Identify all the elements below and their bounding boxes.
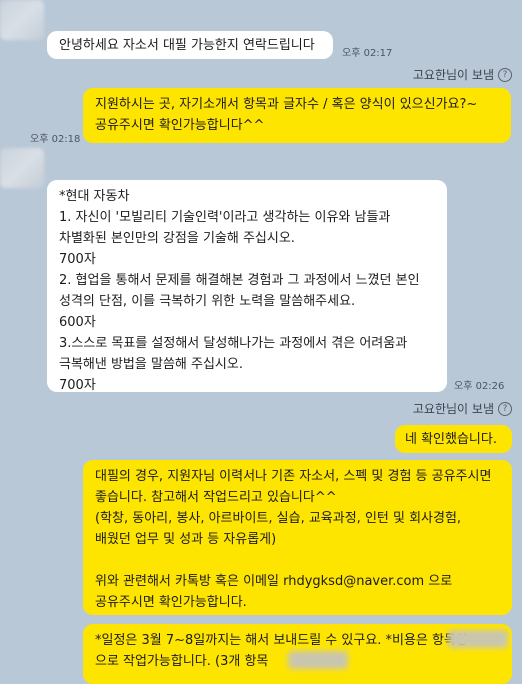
- avatar[interactable]: [0, 148, 44, 188]
- message-time: 오후 02:18: [30, 134, 81, 145]
- reply-label-text: 고요한님이 보냄: [412, 402, 494, 416]
- redacted-text: [288, 651, 348, 669]
- message-bubble-sent[interactable]: 대필의 경우, 지원자님 이력서나 기존 자소서, 스펙 및 경험 등 공유주시…: [83, 460, 512, 615]
- message-bubble-sent[interactable]: 네 확인했습니다.: [395, 425, 512, 453]
- help-icon[interactable]: ?: [498, 401, 512, 416]
- reply-label[interactable]: 고요한님이 보냄 ?: [413, 400, 512, 417]
- avatar[interactable]: [0, 0, 44, 40]
- help-icon[interactable]: ?: [498, 67, 512, 82]
- redacted-text: [448, 630, 508, 648]
- reply-label-text: 고요한님이 보냄: [412, 68, 494, 82]
- message-bubble-received[interactable]: 안녕하세요 자소서 대필 가능한지 연락드립니다: [47, 31, 333, 59]
- message-bubble-sent[interactable]: 지원하시는 곳, 자기소개서 항목과 글자수 / 혹은 양식이 있으신가요?~ …: [83, 88, 511, 143]
- message-time: 오후 02:26: [454, 381, 505, 392]
- reply-label[interactable]: 고요한님이 보냄 ?: [413, 66, 512, 83]
- message-bubble-received[interactable]: *현대 자동차 1. 자신이 '모빌리티 기술인력'이라고 생각하는 이유와 남…: [47, 180, 447, 393]
- message-time: 오후 02:17: [342, 48, 393, 59]
